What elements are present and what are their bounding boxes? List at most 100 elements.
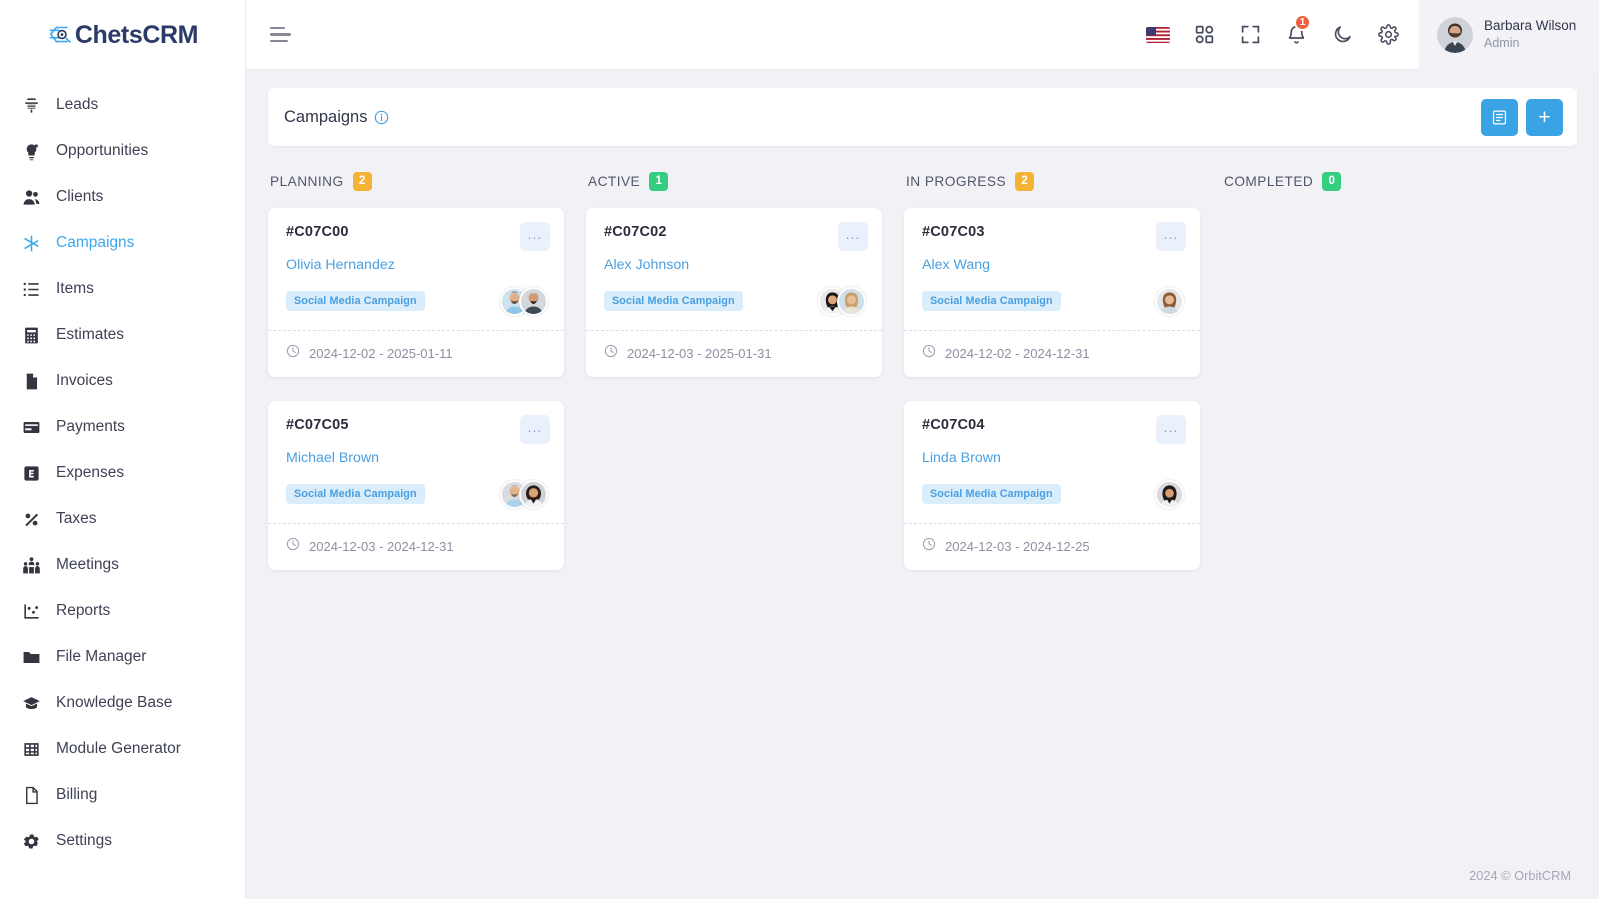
dark-mode-moon-icon[interactable]: [1319, 0, 1365, 70]
campaign-type-tag: Social Media Campaign: [922, 484, 1061, 504]
sidebar-item-label: Taxes: [56, 510, 97, 527]
list-view-button[interactable]: [1481, 98, 1518, 136]
column-count-badge: 2: [1015, 171, 1035, 191]
campaign-owner-link[interactable]: Michael Brown: [286, 450, 548, 466]
sidebar-item-clients[interactable]: Clients: [0, 174, 245, 220]
info-circle-icon[interactable]: [374, 110, 389, 125]
megaphone-icon: [22, 96, 41, 115]
list-icon: [22, 280, 41, 299]
sidebar-item-label: Estimates: [56, 326, 125, 343]
sidebar-item-label: Campaigns: [56, 234, 135, 251]
sidebar-item-expenses[interactable]: Expenses: [0, 450, 245, 496]
campaign-card[interactable]: #C07C04 ... Linda Brown Social Media Cam…: [904, 401, 1200, 570]
campaign-date-range: 2024-12-03 - 2025-01-31: [627, 346, 772, 361]
sidebar-item-items[interactable]: Items: [0, 266, 245, 312]
assignee-avatars[interactable]: [1155, 286, 1184, 316]
campaign-id: #C07C05: [286, 417, 349, 433]
column-header: PLANNING 2: [268, 168, 564, 194]
sidebar-item-knowledge-base[interactable]: Knowledge Base: [0, 680, 245, 726]
kanban-column-in-progress: IN PROGRESS 2 #C07C03 ... Alex Wang Soci…: [904, 168, 1200, 594]
campaign-owner-link[interactable]: Alex Wang: [922, 257, 1184, 273]
sidebar-item-opportunities[interactable]: Opportunities: [0, 128, 245, 174]
people-group-icon: [22, 556, 41, 575]
campaign-type-tag: Social Media Campaign: [922, 291, 1061, 311]
sidebar-item-settings[interactable]: Settings: [0, 818, 245, 864]
sidebar-item-label: Items: [56, 280, 94, 297]
settings-gear-icon[interactable]: [1365, 0, 1411, 70]
column-header: ACTIVE 1: [586, 168, 882, 194]
page-actions: +: [1481, 98, 1563, 136]
sidebar-nav: Leads Opportunities Clients Campaigns It…: [0, 70, 245, 864]
avatar: [1155, 286, 1184, 316]
card-menu-button[interactable]: ...: [1156, 222, 1186, 251]
campaign-card[interactable]: #C07C00 ... Olivia Hernandez Social Medi…: [268, 208, 564, 377]
sidebar-item-label: Meetings: [56, 556, 119, 573]
gear-icon: [22, 832, 41, 851]
hamburger-icon[interactable]: [268, 21, 293, 49]
campaign-card[interactable]: #C07C05 ... Michael Brown Social Media C…: [268, 401, 564, 570]
sidebar-item-invoices[interactable]: Invoices: [0, 358, 245, 404]
document-icon: [22, 786, 41, 805]
apps-grid-icon[interactable]: [1181, 0, 1227, 70]
sidebar-item-label: Opportunities: [56, 142, 149, 159]
sidebar-item-file-manager[interactable]: File Manager: [0, 634, 245, 680]
sidebar-item-campaigns[interactable]: Campaigns: [0, 220, 245, 266]
assignee-avatars[interactable]: [818, 286, 866, 316]
campaign-owner-link[interactable]: Olivia Hernandez: [286, 257, 548, 273]
sidebar-item-estimates[interactable]: Estimates: [0, 312, 245, 358]
column-header: IN PROGRESS 2: [904, 168, 1200, 194]
notifications-bell-icon[interactable]: 1: [1273, 0, 1319, 70]
page-content: Campaigns + PLANNING 2 #C07C00 ... Olivi…: [246, 70, 1599, 851]
copyright-text: 2024 © OrbitCRM: [1469, 867, 1571, 883]
campaign-card[interactable]: #C07C03 ... Alex Wang Social Media Campa…: [904, 208, 1200, 377]
user-name: Barbara Wilson: [1484, 17, 1577, 33]
assignee-avatars[interactable]: [1155, 479, 1184, 509]
user-info: Barbara Wilson Admin: [1484, 17, 1576, 52]
sidebar-item-label: File Manager: [56, 648, 147, 665]
sidebar-item-label: Expenses: [56, 464, 125, 481]
footer: 2024 © OrbitCRM: [246, 851, 1599, 899]
campaign-card[interactable]: #C07C02 ... Alex Johnson Social Media Ca…: [586, 208, 882, 377]
user-profile-menu[interactable]: Barbara Wilson Admin: [1419, 0, 1599, 70]
language-flag-us-icon[interactable]: [1135, 0, 1181, 70]
campaign-owner-link[interactable]: Linda Brown: [922, 450, 1184, 466]
avatar: [519, 286, 548, 316]
sidebar-item-reports[interactable]: Reports: [0, 588, 245, 634]
campaign-id: #C07C04: [922, 417, 985, 433]
sidebar-item-taxes[interactable]: Taxes: [0, 496, 245, 542]
sidebar-item-module-generator[interactable]: Module Generator: [0, 726, 245, 772]
sidebar-item-label: Invoices: [56, 372, 113, 389]
notification-badge: 1: [1294, 13, 1311, 31]
campaign-date-range: 2024-12-03 - 2024-12-31: [309, 539, 454, 554]
column-count-badge: 2: [352, 171, 372, 191]
brand-logo[interactable]: ChetsCRM: [0, 0, 245, 70]
assignee-avatars[interactable]: [500, 286, 548, 316]
sidebar-item-label: Payments: [56, 418, 125, 435]
sidebar-item-payments[interactable]: Payments: [0, 404, 245, 450]
topbar: 1 Barbara Wilson Admin: [246, 0, 1599, 70]
sidebar-item-leads[interactable]: Leads: [0, 82, 245, 128]
campaign-type-tag: Social Media Campaign: [286, 291, 425, 311]
topbar-actions: 1 Barbara Wilson Admin: [1135, 0, 1599, 70]
folder-icon: [22, 648, 41, 667]
sidebar-item-meetings[interactable]: Meetings: [0, 542, 245, 588]
sidebar-item-label: Leads: [56, 96, 99, 113]
card-menu-button[interactable]: ...: [838, 222, 868, 251]
card-menu-button[interactable]: ...: [520, 415, 550, 444]
card-menu-button[interactable]: ...: [1156, 415, 1186, 444]
kanban-column-completed: COMPLETED 0: [1222, 168, 1518, 594]
sidebar-item-label: Reports: [56, 602, 111, 619]
campaign-owner-link[interactable]: Alex Johnson: [604, 257, 866, 273]
fullscreen-icon[interactable]: [1227, 0, 1273, 70]
page-header-card: Campaigns +: [268, 88, 1577, 146]
sidebar-item-label: Knowledge Base: [56, 694, 173, 711]
add-campaign-button[interactable]: +: [1526, 98, 1563, 136]
campaign-id: #C07C02: [604, 224, 667, 240]
percent-icon: [22, 510, 41, 529]
sidebar-item-billing[interactable]: Billing: [0, 772, 245, 818]
assignee-avatars[interactable]: [500, 479, 548, 509]
kanban-board: PLANNING 2 #C07C00 ... Olivia Hernandez …: [268, 146, 1577, 594]
card-menu-button[interactable]: ...: [520, 222, 550, 251]
clock-icon: [922, 537, 936, 556]
kanban-column-active: ACTIVE 1 #C07C02 ... Alex Johnson Social…: [586, 168, 882, 594]
